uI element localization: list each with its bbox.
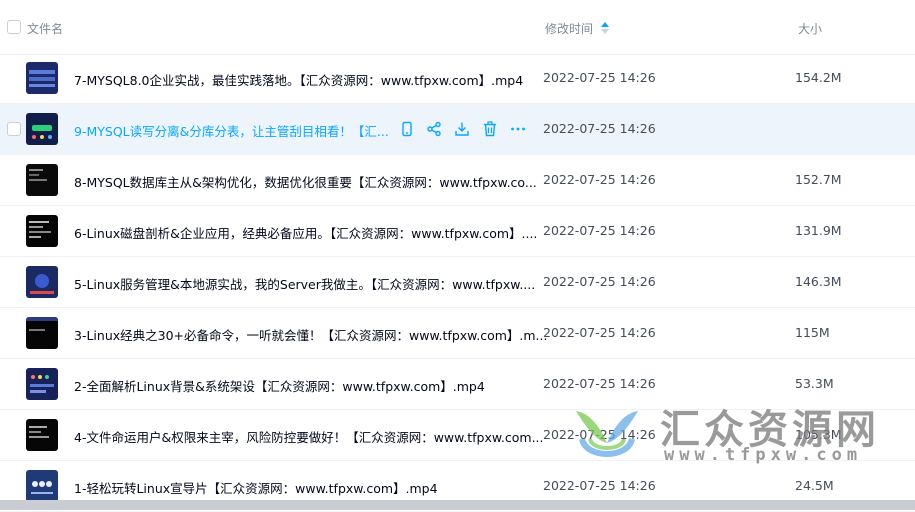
file-size: 152.7M: [795, 172, 842, 187]
file-size: 24.5M: [795, 478, 834, 493]
file-modified-time: 2022-07-25 14:26: [543, 478, 656, 493]
file-size: 154.2M: [795, 70, 842, 85]
video-thumbnail: [26, 368, 58, 400]
file-size: 115M: [795, 325, 830, 340]
file-row[interactable]: 2-全面解析Linux背景&系统架设【汇众资源网：www.tfpxw.com】.…: [0, 359, 915, 410]
file-row[interactable]: 5-Linux服务管理&本地源实战，我的Server我做主。【汇众资源网：www…: [0, 257, 915, 308]
download-icon[interactable]: [453, 120, 471, 138]
file-modified-time: 2022-07-25 14:26: [543, 376, 656, 391]
sort-icon[interactable]: [600, 20, 610, 36]
file-size: 53.3M: [795, 376, 834, 391]
file-modified-time: 2022-07-25 14:26: [543, 121, 656, 136]
file-name[interactable]: 6-Linux磁盘剖析&企业应用，经典必备应用。【汇众资源网：www.tfpxw…: [74, 223, 537, 242]
file-row[interactable]: 6-Linux磁盘剖析&企业应用，经典必备应用。【汇众资源网：www.tfpxw…: [0, 206, 915, 257]
file-row-hovered[interactable]: 9-MYSQL读写分离&分库分表，让主管刮目相看！【汇... 2022-07-2…: [0, 104, 915, 155]
video-thumbnail: [26, 470, 58, 502]
file-size: 146.3M: [795, 274, 842, 289]
file-name[interactable]: 8-MYSQL数据库主从&架构优化，数据优化很重要【汇众资源网：www.tfpx…: [74, 172, 537, 191]
file-name[interactable]: 3-Linux经典之30+必备命令，一听就会懂！【汇众资源网：www.tfpxw…: [74, 325, 547, 344]
file-modified-time: 2022-07-25 14:26: [543, 427, 656, 442]
video-thumbnail: [26, 266, 58, 298]
video-thumbnail: [26, 317, 58, 349]
row-checkbox[interactable]: [7, 122, 21, 136]
file-row[interactable]: 4-文件命运用户&权限来主宰，风险防控要做好！【汇众资源网：www.tfpxw.…: [0, 410, 915, 461]
mobile-icon[interactable]: [398, 120, 416, 138]
file-modified-time: 2022-07-25 14:26: [543, 274, 656, 289]
video-thumbnail: [26, 62, 58, 94]
column-header-size[interactable]: 大小: [798, 20, 822, 37]
video-thumbnail: [26, 215, 58, 247]
column-header-modified-time[interactable]: 修改时间: [545, 20, 593, 37]
file-name[interactable]: 1-轻松玩转Linux宣导片【汇众资源网：www.tfpxw.com】.mp4: [74, 478, 438, 497]
file-size: 131.9M: [795, 223, 842, 238]
file-name[interactable]: 2-全面解析Linux背景&系统架设【汇众资源网：www.tfpxw.com】.…: [74, 376, 485, 395]
share-icon[interactable]: [425, 120, 443, 138]
file-modified-time: 2022-07-25 14:26: [543, 223, 656, 238]
video-thumbnail: [26, 164, 58, 196]
file-list-header: 文件名 修改时间 大小: [0, 0, 915, 55]
video-thumbnail: [26, 419, 58, 451]
column-header-name[interactable]: 文件名: [27, 20, 63, 37]
file-row[interactable]: 8-MYSQL数据库主从&架构优化，数据优化很重要【汇众资源网：www.tfpx…: [0, 155, 915, 206]
file-row[interactable]: 3-Linux经典之30+必备命令，一听就会懂！【汇众资源网：www.tfpxw…: [0, 308, 915, 359]
file-name[interactable]: 7-MYSQL8.0企业实战，最佳实践落地。【汇众资源网：www.tfpxw.c…: [74, 70, 523, 89]
video-thumbnail: [26, 113, 58, 145]
taskbar-strip: [0, 500, 915, 510]
select-all-checkbox[interactable]: [7, 20, 21, 34]
file-name[interactable]: 9-MYSQL读写分离&分库分表，让主管刮目相看！【汇...: [74, 121, 389, 140]
more-icon[interactable]: [509, 120, 527, 138]
file-modified-time: 2022-07-25 14:26: [543, 172, 656, 187]
file-modified-time: 2022-07-25 14:26: [543, 70, 656, 85]
file-size: 105.3M: [795, 427, 842, 442]
delete-icon[interactable]: [481, 120, 499, 138]
file-name[interactable]: 5-Linux服务管理&本地源实战，我的Server我做主。【汇众资源网：www…: [74, 274, 535, 293]
file-row[interactable]: 7-MYSQL8.0企业实战，最佳实践落地。【汇众资源网：www.tfpxw.c…: [0, 53, 915, 104]
file-name[interactable]: 4-文件命运用户&权限来主宰，风险防控要做好！【汇众资源网：www.tfpxw.…: [74, 427, 544, 446]
file-modified-time: 2022-07-25 14:26: [543, 325, 656, 340]
